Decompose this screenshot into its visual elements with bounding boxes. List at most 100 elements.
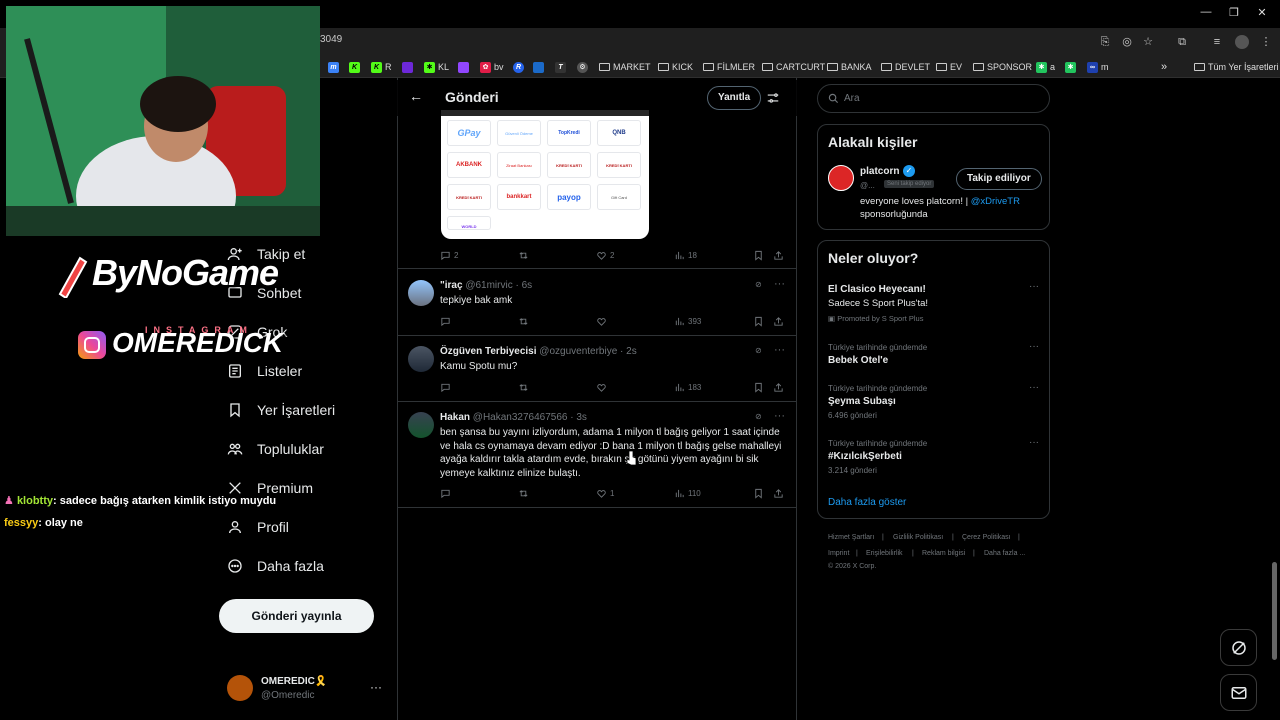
person-name[interactable]: platcorn bbox=[860, 166, 899, 177]
grok-analyze-icon[interactable]: ⊘ bbox=[755, 280, 762, 289]
show-more-link[interactable]: Daha fazla göster bbox=[828, 497, 906, 508]
chevron-right-icon[interactable]: » bbox=[1161, 60, 1167, 74]
minimize-icon[interactable]: — bbox=[1198, 6, 1214, 18]
grok-analyze-icon[interactable]: ⊘ bbox=[755, 346, 762, 355]
post-image[interactable]: GPay Güvenli Ödeme TopKredi QNB AKBANK Z… bbox=[441, 110, 649, 239]
bookmark-purple[interactable] bbox=[402, 60, 413, 74]
bookmark-action[interactable] bbox=[753, 250, 764, 261]
bookmark-action[interactable] bbox=[753, 316, 764, 327]
nav-more[interactable]: Daha fazla bbox=[226, 554, 324, 578]
folder-market[interactable]: MARKET bbox=[599, 60, 651, 74]
folder-devlet[interactable]: DEVLET bbox=[881, 60, 930, 74]
post-time[interactable]: 3s bbox=[576, 412, 587, 423]
bookmark-a[interactable]: ✱ a bbox=[1036, 60, 1055, 74]
reply-post[interactable]: Hakan @Hakan3276467566 · 3s ben şansa bu… bbox=[398, 402, 796, 508]
like-action[interactable]: 1 bbox=[596, 488, 614, 499]
account-more-icon[interactable]: ··· bbox=[370, 680, 382, 694]
bookmark-bv[interactable]: ✿ bv bbox=[480, 60, 504, 74]
avatar[interactable] bbox=[408, 346, 434, 372]
url-text[interactable]: 3049 bbox=[320, 34, 342, 45]
page-scrollbar[interactable] bbox=[1272, 562, 1277, 660]
reply-post[interactable]: "iraç @61mirvic · 6s tepkiye bak amk ⊘ ·… bbox=[398, 270, 796, 336]
avatar[interactable] bbox=[828, 165, 854, 191]
close-icon[interactable]: ✕ bbox=[1254, 6, 1270, 19]
author-name[interactable]: Özgüven Terbiyecisi bbox=[440, 346, 537, 357]
bookmark-dark[interactable]: T bbox=[555, 60, 566, 74]
avatar[interactable] bbox=[227, 675, 253, 701]
nav-communities[interactable]: Topluluklar bbox=[226, 437, 324, 461]
trend-name[interactable]: Bebek Otel'e bbox=[828, 355, 888, 366]
author-handle[interactable]: @61mirvic bbox=[465, 280, 512, 291]
author-handle[interactable]: @ozguventerbiye bbox=[539, 346, 617, 357]
bookmark-steam[interactable] bbox=[533, 60, 544, 74]
bookmark-twitch[interactable] bbox=[458, 60, 469, 74]
author-name[interactable]: Hakan bbox=[440, 412, 470, 423]
bookmark-action[interactable] bbox=[753, 382, 764, 393]
share-action[interactable] bbox=[773, 488, 784, 499]
post-time[interactable]: 6s bbox=[522, 280, 533, 291]
retweet-action[interactable] bbox=[518, 250, 529, 261]
trend-more-icon[interactable]: ··· bbox=[1029, 281, 1039, 292]
reply-action[interactable] bbox=[440, 316, 451, 327]
bookmark-r[interactable]: KR bbox=[371, 60, 392, 74]
folder-ev[interactable]: EV bbox=[936, 60, 962, 74]
like-action[interactable]: 2 bbox=[596, 250, 614, 261]
bookmark-kl[interactable]: ✱ KL bbox=[424, 60, 449, 74]
footer-link[interactable]: Hizmet Şartları bbox=[828, 534, 874, 541]
nav-bookmarks[interactable]: Yer İşaretleri bbox=[226, 398, 335, 422]
grok-analyze-icon[interactable]: ⊘ bbox=[755, 412, 762, 421]
messages-fab[interactable] bbox=[1220, 674, 1257, 711]
more-options-icon[interactable]: ··· bbox=[774, 410, 785, 422]
all-bookmarks[interactable]: Tüm Yer İşaretleri bbox=[1194, 60, 1279, 74]
footer-link[interactable]: Gizlilik Politikası bbox=[893, 534, 943, 541]
footer-link[interactable]: Erişilebilirlik bbox=[866, 550, 903, 557]
share-action[interactable] bbox=[773, 250, 784, 261]
post-time[interactable]: 2s bbox=[626, 346, 637, 357]
bookmark-r2[interactable]: R bbox=[513, 60, 524, 74]
install-icon[interactable]: ⎘ bbox=[1098, 35, 1112, 49]
trend-name[interactable]: El Clasico Heyecanı! bbox=[828, 284, 926, 295]
retweet-action[interactable] bbox=[518, 488, 529, 499]
nav-lists[interactable]: Listeler bbox=[226, 359, 302, 383]
reading-list-icon[interactable]: ≡ bbox=[1210, 35, 1224, 49]
reply-post[interactable]: Özgüven Terbiyecisi @ozguventerbiye · 2s… bbox=[398, 336, 796, 402]
share-action[interactable] bbox=[773, 382, 784, 393]
author-handle[interactable]: @Hakan3276467566 bbox=[473, 412, 568, 423]
bookmark-kick[interactable]: K bbox=[349, 60, 360, 74]
avatar[interactable] bbox=[408, 412, 434, 438]
reply-action[interactable]: 2 bbox=[440, 250, 458, 261]
folder-sponsor[interactable]: SPONSOR bbox=[973, 60, 1032, 74]
footer-link[interactable]: Imprint bbox=[828, 550, 849, 557]
menu-dots-icon[interactable]: ⋮ bbox=[1259, 35, 1273, 49]
trend-more-icon[interactable]: ··· bbox=[1029, 382, 1039, 393]
bookmark-m2[interactable]: ∞ m bbox=[1087, 60, 1109, 74]
retweet-action[interactable] bbox=[518, 316, 529, 327]
following-button[interactable]: Takip ediliyor bbox=[956, 168, 1042, 190]
folder-banka[interactable]: BANKA bbox=[827, 60, 872, 74]
share-action[interactable] bbox=[773, 316, 784, 327]
author-name[interactable]: "iraç bbox=[440, 280, 463, 291]
extensions-icon[interactable]: ⧉ bbox=[1175, 35, 1189, 49]
grok-fab[interactable] bbox=[1220, 629, 1257, 666]
like-action[interactable] bbox=[596, 316, 607, 327]
reply-button[interactable]: Yanıtla bbox=[707, 86, 762, 110]
back-arrow-icon[interactable]: ← bbox=[409, 88, 423, 104]
post-button[interactable]: Gönderi yayınla bbox=[219, 599, 374, 633]
more-options-icon[interactable]: ··· bbox=[774, 344, 785, 356]
like-action[interactable] bbox=[596, 382, 607, 393]
folder-filmler[interactable]: FİLMLER bbox=[703, 60, 755, 74]
bio-mention-link[interactable]: @xDriveTR bbox=[971, 196, 1020, 207]
avatar[interactable] bbox=[408, 280, 434, 306]
star-icon[interactable]: ☆ bbox=[1141, 35, 1155, 49]
footer-link[interactable]: Çerez Politikası bbox=[962, 534, 1011, 541]
bookmark-m[interactable]: m bbox=[328, 60, 339, 74]
bookmark-gear[interactable]: ⚙ bbox=[577, 60, 588, 74]
folder-kick[interactable]: KICK bbox=[658, 60, 693, 74]
bookmark-action[interactable] bbox=[753, 488, 764, 499]
profile-avatar-icon[interactable] bbox=[1235, 35, 1249, 49]
trend-more-icon[interactable]: ··· bbox=[1029, 437, 1039, 448]
reply-action[interactable] bbox=[440, 488, 451, 499]
trend-name[interactable]: Şeyma Subaşı bbox=[828, 396, 896, 407]
footer-link[interactable]: Daha fazla ... bbox=[984, 550, 1025, 557]
footer-link[interactable]: Reklam bilgisi bbox=[922, 550, 965, 557]
